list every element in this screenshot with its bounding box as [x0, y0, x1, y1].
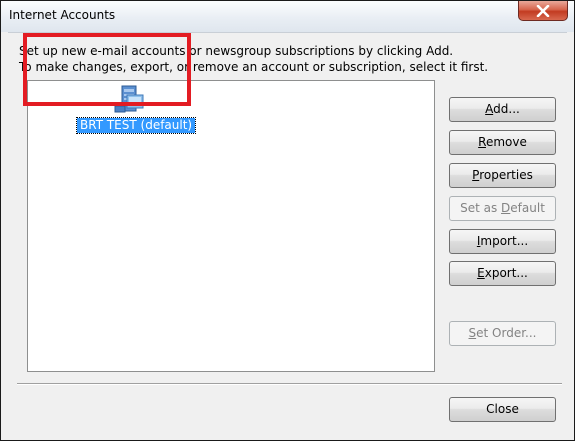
import-button[interactable]: Import... — [449, 229, 556, 254]
window-close-button[interactable] — [518, 1, 568, 21]
accounts-list[interactable]: BRT TEST (default) — [27, 80, 435, 372]
close-icon — [536, 4, 550, 17]
annotation-highlight-box — [23, 33, 191, 106]
properties-button[interactable]: Properties — [449, 163, 556, 188]
title-bar[interactable]: Internet Accounts — [1, 1, 574, 32]
close-button[interactable]: Close — [449, 397, 556, 422]
export-button[interactable]: Export... — [449, 261, 556, 286]
account-label: BRT TEST (default) — [75, 117, 197, 134]
dialog-body: Set up new e-mail accounts or newsgroup … — [8, 32, 567, 436]
window-title: Internet Accounts — [9, 8, 116, 22]
internet-accounts-dialog: Internet Accounts Set up new e-mail acco… — [0, 0, 575, 441]
remove-button[interactable]: Remove — [449, 130, 556, 155]
set-as-default-button[interactable]: Set as Default — [449, 196, 556, 221]
set-order-button[interactable]: Set Order... — [449, 321, 556, 346]
separator — [17, 383, 562, 385]
add-button[interactable]: Add... — [449, 97, 556, 122]
